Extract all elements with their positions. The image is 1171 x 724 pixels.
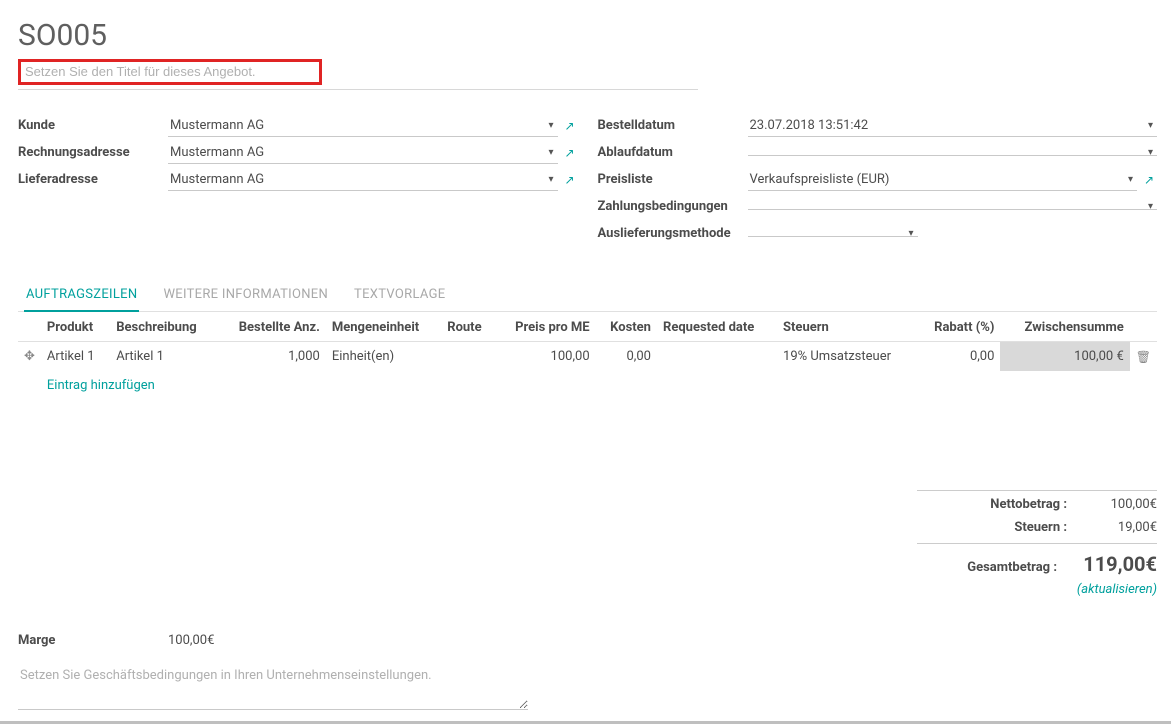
order-date-label: Bestelldatum	[598, 118, 748, 133]
invoice-address-select[interactable]: Mustermann AG	[168, 142, 558, 164]
grand-total-label: Gesamtbetrag :	[917, 560, 1067, 575]
tab-text-template[interactable]: TEXTVORLAGE	[352, 279, 447, 311]
invoice-address-label: Rechnungsadresse	[18, 145, 168, 160]
quote-title-input[interactable]	[25, 64, 315, 79]
shipping-method-select[interactable]	[748, 230, 918, 237]
tabs: AUFTRAGSZEILEN WEITERE INFORMATIONEN TEX…	[18, 279, 1157, 312]
col-price[interactable]: Preis pro ME	[495, 312, 596, 342]
col-qty[interactable]: Bestellte Anz.	[218, 312, 326, 342]
title-input-highlight	[18, 59, 322, 85]
form-grid: Kunde Mustermann AG ↗ Rechnungsadresse M…	[18, 112, 1157, 247]
col-product[interactable]: Produkt	[41, 312, 110, 342]
cell-qty[interactable]: 1,000	[218, 342, 326, 372]
cell-cost[interactable]: 0,00	[596, 342, 657, 372]
external-link-icon[interactable]: ↗	[1141, 173, 1157, 187]
add-line-link[interactable]: Eintrag hinzufügen	[41, 371, 1157, 400]
tab-order-lines[interactable]: AUFTRAGSZEILEN	[24, 279, 139, 312]
external-link-icon[interactable]: ↗	[562, 119, 578, 133]
expiry-date-label: Ablaufdatum	[598, 145, 748, 160]
net-amount-label: Nettobetrag :	[917, 497, 1077, 512]
cell-discount[interactable]: 0,00	[916, 342, 1000, 372]
order-date-select[interactable]: 23.07.2018 13:51:42	[748, 115, 1158, 137]
cell-route[interactable]	[441, 342, 495, 372]
tax-amount-value: 19,00€	[1077, 520, 1157, 535]
col-subtotal[interactable]: Zwischensumme	[1000, 312, 1129, 342]
terms-textarea[interactable]	[18, 666, 528, 710]
payment-terms-label: Zahlungsbedingungen	[598, 199, 748, 214]
payment-terms-select[interactable]	[748, 203, 1158, 210]
cell-subtotal: 100,00 €	[1000, 342, 1129, 372]
col-cost[interactable]: Kosten	[596, 312, 657, 342]
external-link-icon[interactable]: ↗	[562, 173, 578, 187]
form-right-column: Bestelldatum 23.07.2018 13:51:42 Ablaufd…	[598, 112, 1158, 247]
expiry-date-select[interactable]	[748, 149, 1158, 156]
delivery-address-label: Lieferadresse	[18, 172, 168, 187]
cell-description[interactable]: Artikel 1	[110, 342, 217, 372]
col-route[interactable]: Route	[441, 312, 495, 342]
cell-product[interactable]: Artikel 1	[41, 342, 110, 372]
tab-more-info[interactable]: WEITERE INFORMATIONEN	[161, 279, 330, 311]
margin-row: Marge 100,00€	[18, 633, 1157, 648]
drag-handle-icon[interactable]: ✥	[18, 342, 41, 372]
tax-amount-label: Steuern :	[917, 520, 1077, 535]
pricelist-select[interactable]: Verkaufspreisliste (EUR)	[748, 169, 1138, 191]
delivery-address-select[interactable]: Mustermann AG	[168, 169, 558, 191]
margin-value: 100,00€	[168, 633, 214, 648]
order-lines-table: Produkt Beschreibung Bestellte Anz. Meng…	[18, 312, 1157, 400]
col-discount[interactable]: Rabatt (%)	[916, 312, 1000, 342]
form-left-column: Kunde Mustermann AG ↗ Rechnungsadresse M…	[18, 112, 578, 247]
external-link-icon[interactable]: ↗	[562, 146, 578, 160]
update-totals-link[interactable]: (aktualisieren)	[917, 582, 1157, 597]
cell-reqdate[interactable]	[657, 342, 777, 372]
cell-uom[interactable]: Einheit(en)	[326, 342, 441, 372]
col-description[interactable]: Beschreibung	[110, 312, 217, 342]
cell-taxes[interactable]: 19% Umsatzsteuer	[777, 342, 916, 372]
pricelist-label: Preisliste	[598, 172, 748, 187]
table-row[interactable]: ✥ Artikel 1 Artikel 1 1,000 Einheit(en) …	[18, 342, 1157, 372]
page-title: SO005	[18, 18, 1157, 53]
col-uom[interactable]: Mengeneinheit	[326, 312, 441, 342]
grand-total-value: 119,00€	[1067, 552, 1157, 576]
col-taxes[interactable]: Steuern	[777, 312, 916, 342]
shipping-method-label: Auslieferungsmethode	[598, 226, 748, 241]
cell-price[interactable]: 100,00	[495, 342, 596, 372]
header-divider	[18, 89, 698, 90]
customer-select[interactable]: Mustermann AG	[168, 115, 558, 137]
totals-block: Nettobetrag : 100,00€ Steuern : 19,00€ G…	[917, 490, 1157, 597]
trash-icon[interactable]: 🗑	[1130, 342, 1157, 372]
net-amount-value: 100,00€	[1077, 497, 1157, 512]
customer-label: Kunde	[18, 118, 168, 133]
margin-label: Marge	[18, 633, 168, 648]
col-reqdate[interactable]: Requested date	[657, 312, 777, 342]
table-header-row: Produkt Beschreibung Bestellte Anz. Meng…	[18, 312, 1157, 342]
